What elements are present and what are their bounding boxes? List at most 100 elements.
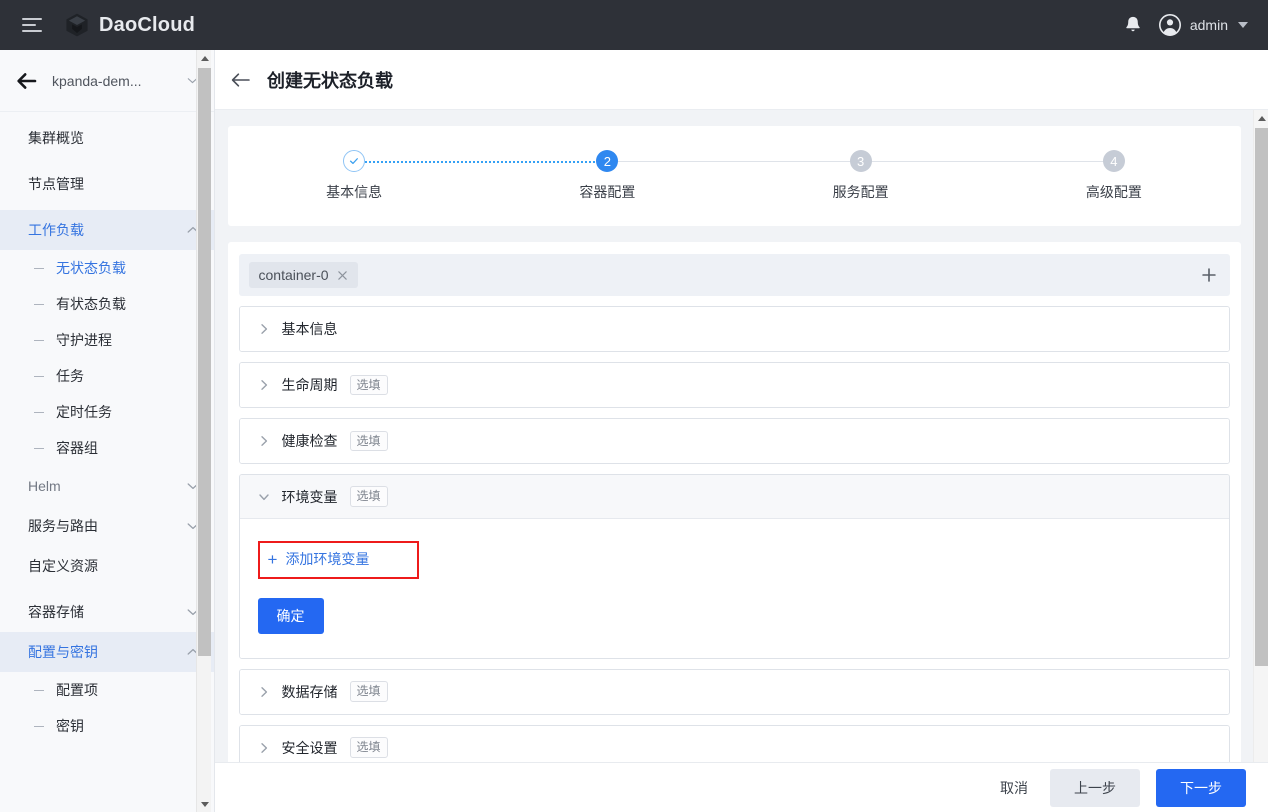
close-icon[interactable] [337,270,348,281]
step-number: 3 [857,153,865,169]
user-menu[interactable]: admin [1158,13,1248,37]
sidebar-subitem-8[interactable]: 容器组 [0,430,214,466]
sidebar-item-11[interactable]: 自定义资源 [0,546,214,586]
page-back-arrow-icon[interactable] [231,72,251,88]
confirm-button[interactable]: 确定 [257,597,324,634]
sidebar-subitem-label: 容器组 [56,440,98,456]
sidebar-item-1[interactable]: 节点管理 [0,164,214,204]
brand-name: DaoCloud [99,13,196,36]
brand-logo-area[interactable]: DaoCloud [64,12,195,38]
step-label-2: 容器配置 [579,184,636,200]
step-label-4: 高级配置 [1085,184,1142,200]
step-label-3: 服务配置 [832,184,889,200]
sidebar-item-9[interactable]: Helm [0,466,214,506]
sidebar-item-label: 容器存储 [28,604,84,620]
sidebar-subitem-3[interactable]: 无状态负载 [0,250,214,286]
config-section-header-3[interactable]: 环境变量 选填 [239,475,1229,519]
sidebar-subitem-14[interactable]: 配置项 [0,672,214,708]
avatar-icon [1158,14,1181,36]
sidebar-nav-list: 集群概览节点管理工作负载 无状态负载 有状态负载守护进程任务定时任务容器组 Helm 服… [0,112,214,812]
dash-icon [34,375,44,377]
sidebar-item-label: 自定义资源 [28,558,98,574]
content-scroll-up-button[interactable] [1254,110,1268,126]
wizard-step-4[interactable]: 4 高级配置 [860,150,1240,202]
config-section-1: 生命周期 选填 [238,362,1230,408]
sidebar-subitem-15[interactable]: 密钥 [0,708,214,744]
dash-icon [34,725,44,727]
sidebar-scroll-down-button[interactable] [197,796,212,812]
container-tab-label: container-0 [258,267,329,283]
page-header: 创建无状态负载 [215,50,1268,110]
dash-icon [34,303,44,305]
sidebar-subitem-label: 守护进程 [56,332,112,348]
sidebar-subitem-4[interactable]: 有状态负载 [0,286,214,322]
cluster-selector[interactable]: kpanda-dem... [0,50,214,112]
add-container-button[interactable] [1196,262,1222,288]
step-connector-2 [607,161,861,162]
chevron-right-icon[interactable] [258,379,270,391]
sidebar-subitem-5[interactable]: 守护进程 [0,322,214,358]
wizard-step-3[interactable]: 3 服务配置 [607,150,987,202]
optional-tag: 选填 [349,430,388,452]
sidebar-item-label: 服务与路由 [28,518,98,534]
content-scrollbar-thumb[interactable] [1255,128,1268,666]
sidebar-subitem-label: 密钥 [56,718,84,734]
chevron-right-icon[interactable] [258,742,270,754]
sidebar-item-12[interactable]: 容器存储 [0,592,214,632]
chevron-down-icon[interactable] [1238,22,1248,28]
sidebar-scroll-up-button[interactable] [197,50,212,66]
config-section-header-1[interactable]: 生命周期 选填 [239,363,1229,407]
step-number: 4 [1110,153,1118,169]
sidebar-item-label: 集群概览 [28,130,84,146]
main-content-area: 创建无状态负载 基本信息 2 容器配置 3 服务配置 4 高级配置 container-0 … [215,50,1268,812]
chevron-right-icon[interactable] [258,435,270,447]
config-section-header-4[interactable]: 数据存储 选填 [239,669,1229,714]
sidebar-item-label: Helm [28,478,61,494]
plus-icon: + [267,549,278,569]
sidebar-item-label: 配置与密钥 [28,644,98,660]
back-arrow-icon[interactable] [16,71,38,91]
config-section-3: 环境变量 选填 + 添加环境变量 确定 [238,474,1230,659]
sidebar-item-13[interactable]: 配置与密钥 [0,632,214,672]
sidebar-scrollbar-thumb[interactable] [198,68,211,656]
env-variable-panel: + 添加环境变量确定 [239,519,1229,658]
triangle-down-icon [200,801,209,807]
config-section-4: 数据存储 选填 [238,668,1230,715]
sidebar-item-10[interactable]: 服务与路由 [0,506,214,546]
hamburger-menu-icon[interactable] [22,18,42,32]
content-scroll-region: 基本信息 2 容器配置 3 服务配置 4 高级配置 container-0 基本信息 生命周期… [215,110,1268,812]
step-connector-1 [354,161,608,163]
hamburger-line [22,24,36,26]
bell-icon[interactable] [1122,14,1144,36]
sidebar-subitem-7[interactable]: 定时任务 [0,394,214,430]
config-section-title: 安全设置 [281,739,338,756]
config-section-header-0[interactable]: 基本信息 [239,307,1229,351]
chevron-right-icon[interactable] [258,323,270,335]
config-section-0: 基本信息 [238,306,1230,352]
daocloud-cube-icon [66,13,88,37]
wizard-step-2[interactable]: 2 容器配置 [354,150,734,202]
wizard-step-1[interactable]: 基本信息 [228,150,481,202]
sidebar-item-2[interactable]: 工作负载 [0,210,214,250]
cancel-button[interactable]: 取消 [994,770,1034,806]
sidebar-scrollbar[interactable] [196,50,211,812]
sidebar-item-0[interactable]: 集群概览 [0,118,214,158]
chevron-right-icon[interactable] [258,686,270,698]
check-icon [350,158,359,165]
content-scrollbar[interactable] [1253,110,1268,812]
sidebar-subitem-6[interactable]: 任务 [0,358,214,394]
config-section-title: 数据存储 [281,683,338,700]
sidebar: kpanda-dem... 集群概览节点管理工作负载 无状态负载 有状态负载守护进程… [0,50,215,812]
previous-step-button[interactable]: 上一步 [1050,768,1140,807]
container-tab[interactable]: container-0 [248,262,358,288]
step-bubble-1 [343,150,366,172]
add-env-variable-button[interactable]: + 添加环境变量 [268,549,410,569]
optional-tag: 选填 [349,486,388,507]
config-section-2: 健康检查 选填 [238,418,1230,464]
next-step-button[interactable]: 下一步 [1156,768,1246,807]
config-section-title: 环境变量 [281,488,338,505]
config-section-header-2[interactable]: 健康检查 选填 [239,419,1229,463]
wizard-stepper-card: 基本信息 2 容器配置 3 服务配置 4 高级配置 [227,126,1241,226]
sidebar-subitem-label: 定时任务 [56,404,112,420]
chevron-down-icon[interactable] [258,491,270,503]
